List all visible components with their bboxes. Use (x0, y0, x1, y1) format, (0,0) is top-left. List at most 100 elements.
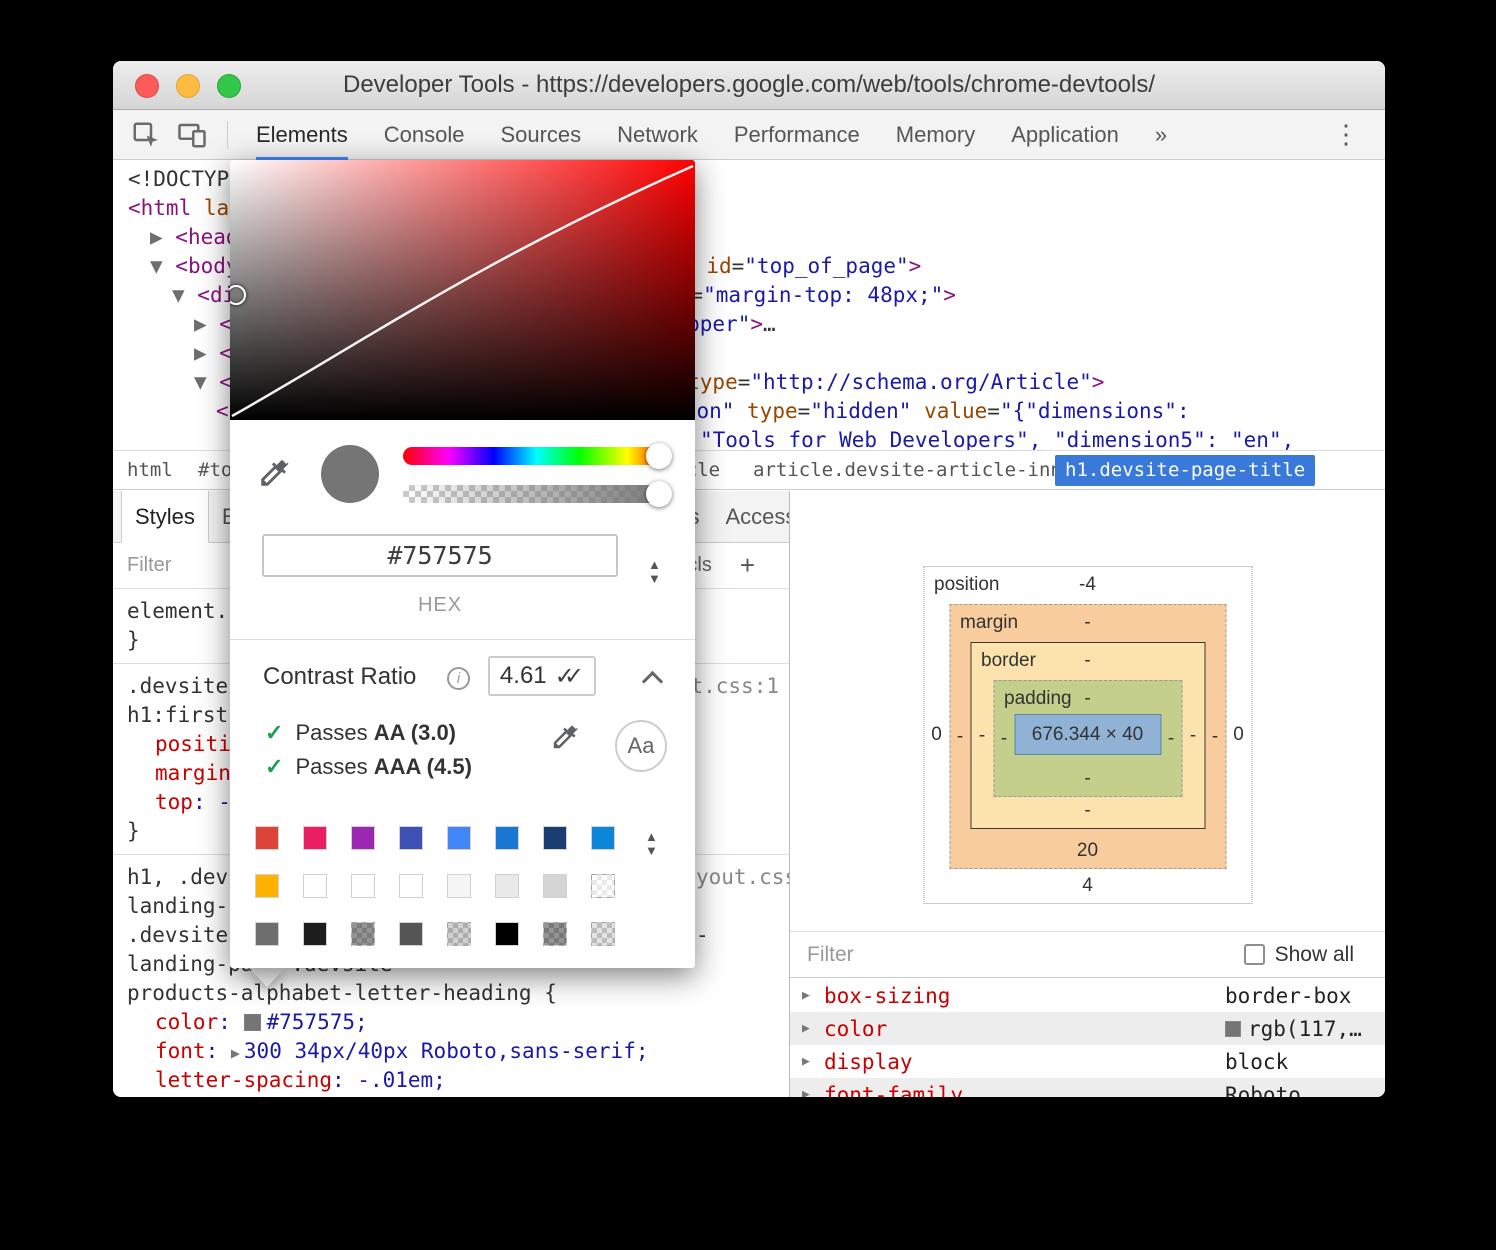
palette-swatch[interactable] (591, 826, 615, 850)
disclosure-arrow-icon[interactable]: ▶ (231, 1044, 244, 1062)
text-preview-button[interactable]: Aa (615, 720, 667, 772)
palette-swatch[interactable] (255, 826, 279, 850)
disclosure-arrow-icon[interactable]: ▼ (172, 283, 197, 307)
tab-network[interactable]: Network (617, 110, 698, 160)
disclosure-arrow-icon[interactable]: ▶ (802, 1087, 824, 1097)
code-token: : -.01em; (332, 1068, 446, 1092)
palette-swatch[interactable] (543, 874, 567, 898)
palette-swatch[interactable] (543, 826, 567, 850)
color-swatch[interactable] (244, 1014, 261, 1031)
disclosure-arrow-icon[interactable]: ▶ (150, 225, 175, 249)
alpha-slider-knob[interactable] (646, 481, 672, 507)
color-format-stepper[interactable]: ▲ ▼ (648, 558, 661, 586)
devtools-window: Developer Tools - https://developers.goo… (113, 61, 1385, 1097)
box-model-position-layer[interactable]: position -4 0 0 4 margin - - - 20 bord (923, 566, 1252, 904)
disclosure-arrow-icon[interactable]: ▶ (194, 341, 219, 365)
palette-swatch[interactable] (399, 922, 423, 946)
zoom-button[interactable] (217, 74, 241, 98)
tab-application[interactable]: Application (1011, 110, 1119, 160)
computed-row-color[interactable]: ▶ color rgb(117,… (790, 1012, 1385, 1045)
palette-swatch[interactable] (495, 826, 519, 850)
tab-styles[interactable]: Styles (121, 491, 209, 543)
breadcrumb-item-html[interactable]: html (127, 451, 173, 490)
code-line[interactable]: font: ▶300 34px/40px Roboto,sans-serif; (113, 1037, 789, 1066)
palette-swatch[interactable] (399, 826, 423, 850)
pick-background-color-icon[interactable] (550, 722, 580, 752)
eyedropper-icon[interactable] (257, 456, 291, 490)
hex-input[interactable] (262, 534, 618, 577)
stepper-down-icon[interactable]: ▼ (645, 844, 658, 858)
palette-swatch[interactable] (303, 922, 327, 946)
box-model-margin-layer[interactable]: margin - - - 20 border - - - - (949, 604, 1226, 869)
palette-swatch[interactable] (495, 874, 519, 898)
more-tabs-button[interactable]: » (1155, 110, 1167, 160)
palette-swatch-fill (304, 923, 326, 945)
collapse-contrast-icon[interactable] (642, 671, 663, 692)
box-model-border-layer[interactable]: border - - - - padding - - - (970, 642, 1205, 829)
inspect-element-icon[interactable] (131, 120, 161, 150)
computed-row-box-sizing[interactable]: ▶ box-sizing border-box (790, 979, 1385, 1012)
tab-memory[interactable]: Memory (896, 110, 975, 160)
computed-filter-input[interactable]: Filter (807, 943, 854, 967)
hue-slider-knob[interactable] (646, 443, 672, 469)
computed-row-font-family[interactable]: ▶ font-family Roboto, … (790, 1078, 1385, 1097)
palette-swatch[interactable] (303, 826, 327, 850)
new-style-rule-button[interactable]: + (740, 550, 755, 581)
tab-elements[interactable]: Elements (256, 110, 348, 160)
box-model-padding-layer[interactable]: padding - - - - 676.344 × 40 (993, 680, 1182, 797)
tab-console[interactable]: Console (384, 110, 465, 160)
palette-swatch[interactable] (495, 922, 519, 946)
computed-property-value: block (1225, 1050, 1288, 1074)
palette-swatch[interactable] (399, 874, 423, 898)
computed-row-display[interactable]: ▶ display block (790, 1045, 1385, 1078)
code-line[interactable]: letter-spacing: -.01em; (113, 1066, 789, 1095)
saturation-value-gradient[interactable] (230, 160, 695, 420)
tab-accessibility[interactable]: Accessibility (712, 491, 790, 542)
palette-swatch[interactable] (255, 874, 279, 898)
palette-swatch[interactable] (447, 874, 471, 898)
palette-swatch[interactable] (351, 922, 375, 946)
alpha-slider[interactable] (403, 485, 670, 503)
disclosure-arrow-icon[interactable]: ▶ (802, 988, 824, 1003)
disclosure-arrow-icon[interactable]: ▼ (150, 254, 175, 278)
palette-swatch[interactable] (303, 874, 327, 898)
info-icon[interactable]: i (447, 667, 470, 690)
palette-swatch[interactable] (351, 826, 375, 850)
stepper-down-icon[interactable]: ▼ (648, 572, 661, 586)
window-titlebar[interactable]: Developer Tools - https://developers.goo… (113, 61, 1385, 110)
disclosure-arrow-icon[interactable]: ▶ (802, 1021, 824, 1036)
stepper-up-icon[interactable]: ▲ (645, 830, 658, 844)
close-button[interactable] (135, 74, 159, 98)
hue-slider[interactable] (403, 447, 670, 465)
palette-swatch[interactable] (543, 922, 567, 946)
palette-swatch-fill (448, 875, 470, 897)
breadcrumb-item-article-inner[interactable]: article.devsite-article-inner (753, 451, 1085, 490)
code-line[interactable]: products-alphabet-letter-heading { (113, 979, 789, 1008)
devtools-menu-icon[interactable]: ⋮ (1325, 119, 1367, 150)
palette-swatch-fill (496, 827, 518, 849)
device-toolbar-icon[interactable] (177, 120, 207, 150)
stepper-up-icon[interactable]: ▲ (648, 558, 661, 572)
code-token: } (127, 819, 140, 843)
box-model-content-size[interactable]: 676.344 × 40 (1014, 714, 1161, 755)
disclosure-arrow-icon[interactable]: ▶ (194, 312, 219, 336)
panel-tabs: Elements Console Sources Network Perform… (256, 110, 1167, 160)
palette-swatch[interactable] (255, 922, 279, 946)
palette-swatch[interactable] (351, 874, 375, 898)
disclosure-arrow-icon[interactable]: ▶ (802, 1054, 824, 1069)
tab-sources[interactable]: Sources (500, 110, 581, 160)
show-all-checkbox[interactable] (1244, 944, 1265, 965)
palette-swatch[interactable] (591, 922, 615, 946)
palette-swatch[interactable] (447, 826, 471, 850)
code-token: "http://schema.org/Article" (750, 370, 1091, 394)
styles-filter-input[interactable]: Filter (127, 554, 171, 577)
code-line[interactable]: color: #757575; (113, 1008, 789, 1037)
palette-swatch[interactable] (447, 922, 471, 946)
breadcrumb-item-page-title[interactable]: h1.devsite-page-title (1055, 455, 1315, 486)
minimize-button[interactable] (176, 74, 200, 98)
disclosure-arrow-icon[interactable]: ▼ (194, 370, 219, 394)
code-line[interactable]: margin: ▶40px 0 20px; (113, 1095, 789, 1097)
palette-swatch[interactable] (591, 874, 615, 898)
palette-pager[interactable]: ▲ ▼ (645, 830, 658, 858)
tab-performance[interactable]: Performance (734, 110, 860, 160)
